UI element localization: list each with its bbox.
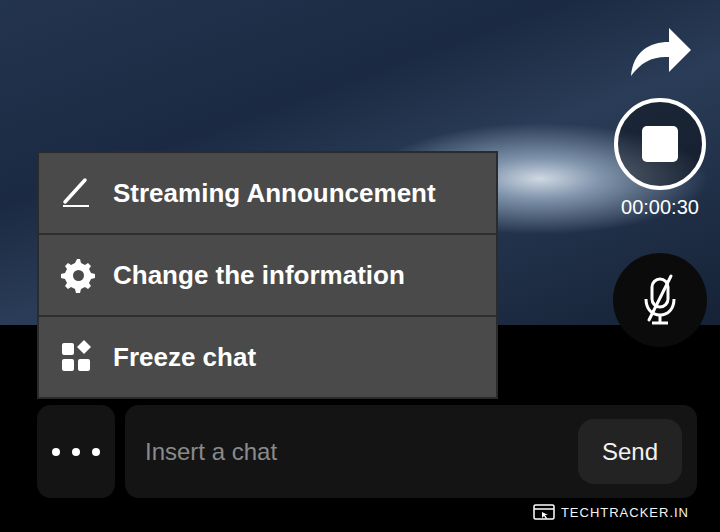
watermark: TECHTRACKER.IN [37, 498, 697, 520]
menu-item[interactable]: Freeze chat [39, 315, 496, 397]
chat-input[interactable] [143, 437, 568, 467]
menu-item[interactable]: Change the information [39, 233, 496, 315]
menu-item[interactable]: Streaming Announcement [39, 153, 496, 233]
stop-button[interactable] [614, 98, 706, 190]
mic-muted-icon [635, 273, 685, 327]
gear-icon [59, 256, 97, 294]
more-button[interactable] [37, 405, 115, 498]
stream-controls: 00:00:30 [612, 22, 708, 347]
chat-field: Send [125, 405, 697, 498]
chat-bar: Send [37, 405, 697, 498]
share-icon [627, 22, 693, 78]
elapsed-time: 00:00:30 [621, 196, 699, 219]
send-button[interactable]: Send [578, 419, 682, 484]
browser-icon [533, 504, 555, 520]
dots-icon [50, 446, 102, 458]
pen-icon [59, 174, 97, 212]
widgets-icon [59, 338, 97, 376]
menu-item-label: Freeze chat [113, 342, 256, 373]
stop-icon [642, 126, 678, 162]
watermark-text: TECHTRACKER.IN [561, 505, 689, 520]
menu-item-label: Change the information [113, 260, 405, 291]
mic-button[interactable] [613, 253, 707, 347]
options-menu: Streaming Announcement Change the informa… [37, 151, 498, 399]
menu-item-label: Streaming Announcement [113, 178, 436, 209]
